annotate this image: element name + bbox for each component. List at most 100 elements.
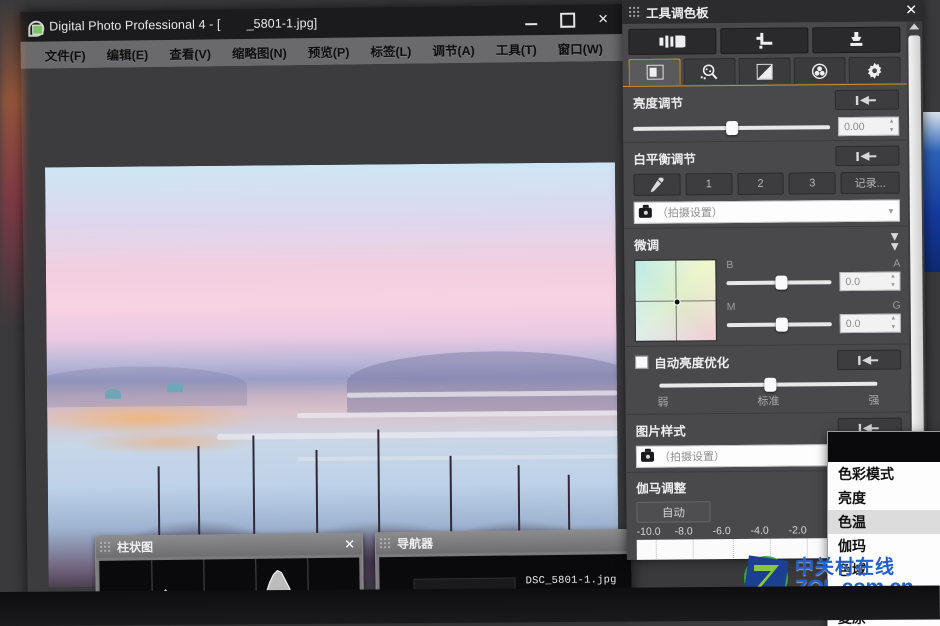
menu-item-file[interactable]: 文件(F) xyxy=(44,45,85,65)
navigator-panel-title: 导航器 xyxy=(397,535,433,552)
menu-item-view[interactable]: 查看(V) xyxy=(169,43,211,63)
auto-lighting-tick-low: 弱 xyxy=(657,394,668,410)
auto-lighting-tick-high: 强 xyxy=(868,392,879,408)
auto-lighting-label: 自动亮度优化 xyxy=(654,352,729,372)
fine-tune-mg-value-field[interactable]: 0.0 ▲▼ xyxy=(840,314,901,334)
palette-top-buttons xyxy=(622,22,906,55)
tab-noise-reduction[interactable] xyxy=(684,58,736,84)
screen-edge-glow xyxy=(0,0,24,330)
gamma-tick-0: -10.0 xyxy=(637,526,675,538)
gamma-tick-2: -6.0 xyxy=(713,525,751,537)
drag-grip-icon[interactable] xyxy=(99,541,112,554)
photo-dome-1 xyxy=(105,389,121,399)
context-menu-header xyxy=(828,432,940,462)
brightness-title: 亮度调节 xyxy=(633,92,683,111)
menu-item-tools[interactable]: 工具(T) xyxy=(496,39,537,59)
white-balance-title: 白平衡调节 xyxy=(633,148,696,168)
color-wheel-picker[interactable] xyxy=(634,259,717,342)
preview-image[interactable] xyxy=(45,162,619,587)
navigator-panel-titlebar[interactable]: 导航器 ✕ xyxy=(376,530,632,555)
drag-grip-icon[interactable] xyxy=(628,5,641,18)
fine-tune-ba-slider[interactable] xyxy=(726,275,831,290)
adjust-lens-icon[interactable] xyxy=(628,28,716,55)
white-balance-record-button[interactable]: 记录... xyxy=(841,172,900,195)
crop-icon[interactable] xyxy=(720,27,808,54)
photo-dome-2 xyxy=(167,382,183,392)
auto-lighting-reset-button[interactable] xyxy=(837,350,901,371)
window-title: Digital Photo Professional 4 - [ xyxy=(49,17,221,33)
auto-lighting-checkbox[interactable] xyxy=(635,355,648,368)
menu-item-adjust[interactable]: 调节(A) xyxy=(432,40,475,60)
gamma-auto-button[interactable]: 自动 xyxy=(636,501,710,523)
menu-item-window[interactable]: 窗口(W) xyxy=(558,38,603,58)
context-menu-item-color-temperature[interactable]: 色温 xyxy=(828,510,940,534)
white-balance-combo-value: （拍摄设置） xyxy=(657,204,723,221)
fine-tune-mg-spinner[interactable]: ▲▼ xyxy=(889,316,898,331)
brightness-value-field[interactable]: 0.00 ▲▼ xyxy=(838,117,899,137)
exif-filename: DSC_5801-1.jpg xyxy=(525,574,616,588)
maximize-button[interactable] xyxy=(550,6,584,34)
white-balance-preset-2[interactable]: 2 xyxy=(737,173,784,195)
gamma-tick-4: -2.0 xyxy=(789,524,827,536)
axis-label-b: B xyxy=(726,259,738,271)
picture-style-title: 图片样式 xyxy=(636,420,686,439)
white-balance-reset-button[interactable] xyxy=(835,146,899,167)
palette-title: 工具调色板 xyxy=(646,2,709,22)
fine-tune-mg-value: 0.0 xyxy=(846,317,861,329)
palette-titlebar[interactable]: 工具调色板 ✕ xyxy=(622,0,922,24)
app-logo-icon xyxy=(28,19,43,34)
window-title-filename: _5801-1.jpg] xyxy=(246,16,317,31)
fine-tune-ba-value-field[interactable]: 0.0 ▲▼ xyxy=(839,272,900,292)
histogram-close-icon[interactable]: ✕ xyxy=(341,536,358,552)
chevron-double-down-icon[interactable]: ▼▼ xyxy=(888,232,900,252)
scrollbar-thumb[interactable] xyxy=(908,35,924,487)
auto-lighting-section: 自动亮度优化 弱 标准 强 xyxy=(625,345,910,415)
chevron-down-icon[interactable]: ▼ xyxy=(887,206,895,215)
fine-tune-section: 微调 ▼▼ B A xyxy=(624,227,909,347)
dpp-application-window: Digital Photo Professional 4 - [ _5801-1… xyxy=(20,4,632,624)
scroll-up-arrow-icon[interactable] xyxy=(909,23,919,29)
fine-tune-ba-value: 0.0 xyxy=(845,275,860,287)
brightness-reset-button[interactable] xyxy=(835,90,899,111)
photo-hill-left xyxy=(45,366,247,408)
gamma-tick-1: -8.0 xyxy=(675,525,713,537)
drag-grip-icon[interactable] xyxy=(379,537,392,550)
menu-item-label[interactable]: 标签(L) xyxy=(370,41,411,61)
camera-icon xyxy=(641,452,654,462)
menu-item-thumbnail[interactable]: 缩略图(N) xyxy=(232,42,287,62)
white-balance-combobox[interactable]: （拍摄设置） ▼ xyxy=(634,200,900,224)
white-balance-buttons: 1 2 3 记录... xyxy=(634,172,900,196)
menu-item-edit[interactable]: 编辑(E) xyxy=(106,44,148,64)
axis-label-g: G xyxy=(889,300,901,312)
palette-close-icon[interactable]: ✕ xyxy=(905,1,917,18)
context-menu-item-brightness[interactable]: 亮度 xyxy=(828,486,940,510)
auto-lighting-tick-mid: 标准 xyxy=(757,393,779,409)
tab-basic[interactable] xyxy=(629,58,681,85)
auto-lighting-slider[interactable] xyxy=(659,377,877,393)
color-wheel-handle[interactable] xyxy=(673,298,680,305)
tab-color-adjust[interactable] xyxy=(794,57,846,83)
eyedropper-icon[interactable] xyxy=(634,173,681,195)
fine-tune-title: 微调 xyxy=(634,234,659,253)
tab-tone-curve[interactable] xyxy=(739,58,791,84)
fine-tune-mg-slider[interactable] xyxy=(727,317,832,332)
context-menu-item-color-mode[interactable]: 色彩模式 xyxy=(828,462,940,486)
gamma-tick-3: -4.0 xyxy=(751,525,789,537)
axis-label-a: A xyxy=(888,258,900,270)
white-balance-preset-1[interactable]: 1 xyxy=(685,173,732,195)
fine-tune-ba-spinner[interactable]: ▲▼ xyxy=(888,274,897,289)
menu-item-preview[interactable]: 预览(P) xyxy=(308,42,350,62)
histogram-panel-titlebar[interactable]: 柱状图 ✕ xyxy=(96,533,362,557)
gamma-title: 伽马调整 xyxy=(636,477,686,496)
close-button[interactable]: ✕ xyxy=(586,5,620,33)
palette-tabs xyxy=(622,53,906,87)
brightness-spinner[interactable]: ▲▼ xyxy=(887,119,896,134)
brightness-slider[interactable] xyxy=(633,120,830,136)
tab-settings[interactable] xyxy=(849,57,901,83)
minimize-button[interactable] xyxy=(514,6,548,34)
white-balance-preset-3[interactable]: 3 xyxy=(789,172,836,194)
picture-style-combo-value: （拍摄设置） xyxy=(659,448,725,465)
stamp-icon[interactable] xyxy=(812,27,900,54)
camera-icon xyxy=(639,208,652,218)
white-balance-section: 白平衡调节 1 2 3 记录... （拍摄设置） xyxy=(623,141,908,229)
